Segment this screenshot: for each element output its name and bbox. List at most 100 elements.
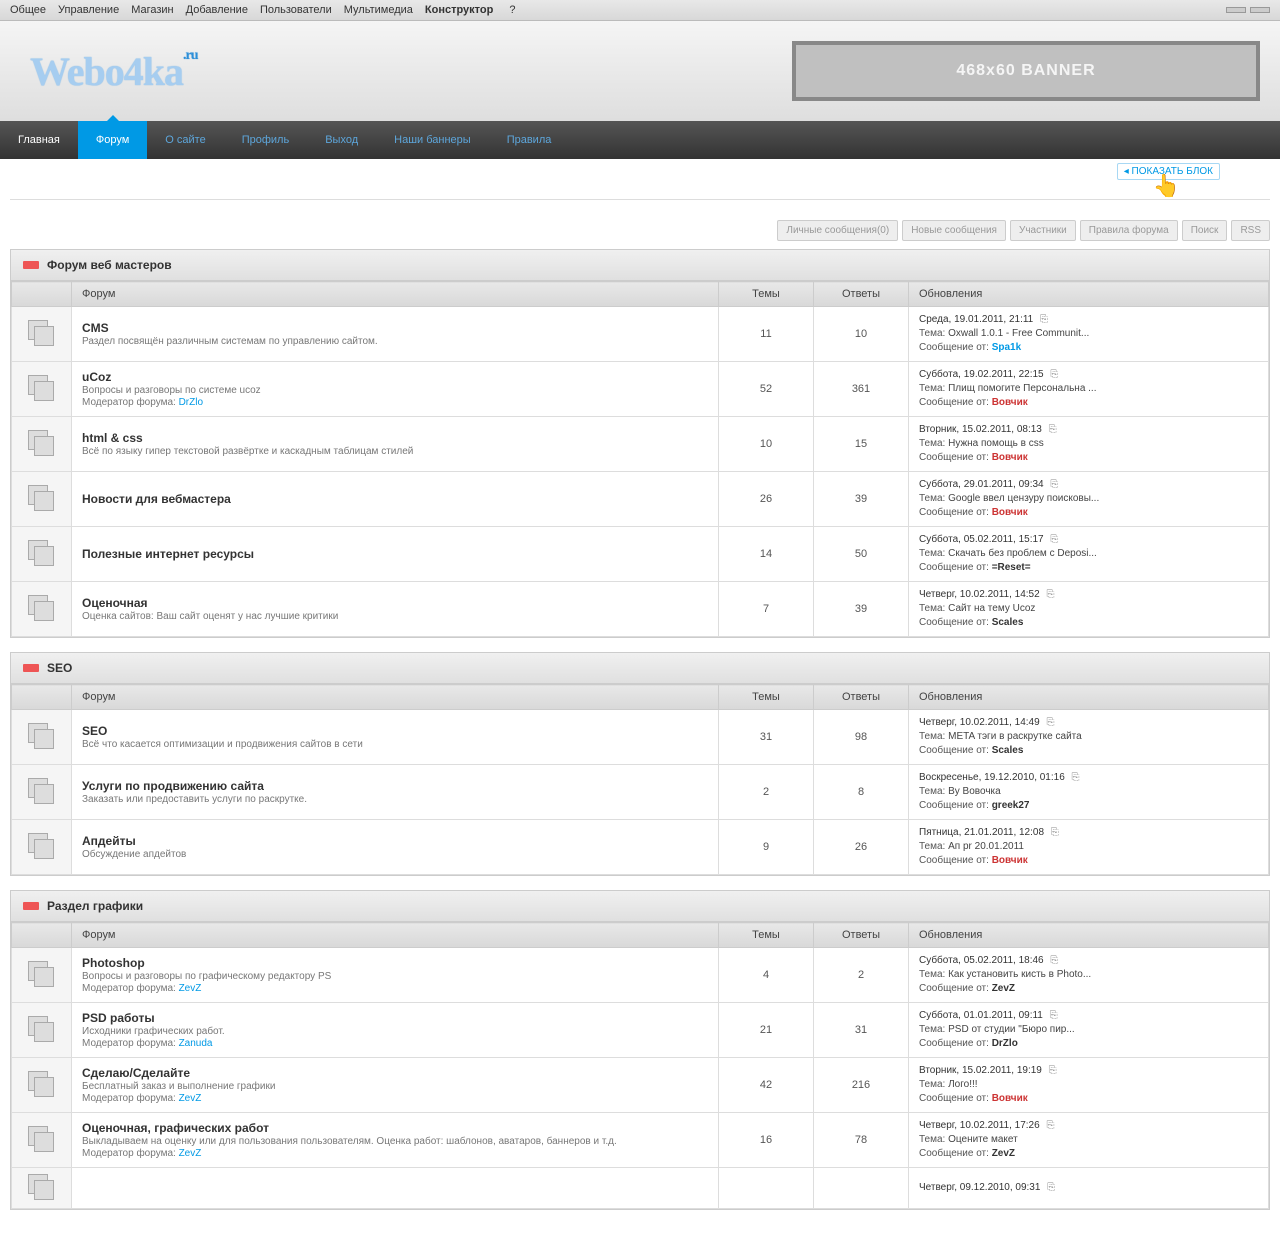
topic-count: 11 [719, 307, 814, 362]
user-link[interactable]: Вовчик [992, 452, 1028, 463]
show-block-button[interactable]: ПОКАЗАТЬ БЛОК [1117, 163, 1220, 180]
user-link[interactable]: Spa1k [992, 342, 1021, 353]
toolbar-link[interactable]: Новые сообщения [902, 220, 1006, 241]
goto-icon[interactable]: ⎘ [1044, 589, 1055, 600]
category-header[interactable]: Форум веб мастеров [11, 250, 1269, 281]
forum-link[interactable]: html & css [82, 431, 708, 445]
toolbar-link[interactable]: Участники [1010, 220, 1076, 241]
forum-link[interactable]: uCoz [82, 370, 708, 384]
toolbar-link[interactable]: Правила форума [1080, 220, 1178, 241]
collapse-icon[interactable] [23, 902, 39, 910]
nav-item[interactable]: Правила [489, 121, 570, 159]
goto-icon[interactable]: ⎘ [1044, 717, 1055, 728]
category: Форум веб мастеровФорумТемыОтветыОбновле… [10, 249, 1270, 638]
topic-link[interactable]: Плищ помогите Персональна ... [948, 383, 1096, 394]
user-link[interactable]: Zanuda [179, 1038, 213, 1049]
nav-item[interactable]: О сайте [147, 121, 223, 159]
admin-menu-item[interactable]: Общее [10, 4, 46, 16]
forum-link[interactable]: Апдейты [82, 834, 708, 848]
goto-icon[interactable]: ⎘ [1047, 1010, 1058, 1021]
forum-link[interactable]: CMS [82, 321, 708, 335]
help-icon[interactable]: ? [509, 4, 515, 16]
user-link[interactable]: Вовчик [992, 855, 1028, 866]
forum-link[interactable]: Сделаю/Сделайте [82, 1066, 708, 1080]
goto-icon[interactable]: ⎘ [1046, 424, 1057, 435]
admin-menu-item[interactable]: Управление [58, 4, 119, 16]
topic-link[interactable]: PSD от студии "Бюро пир... [948, 1024, 1075, 1035]
user-link[interactable]: =Reset= [992, 562, 1031, 573]
topic-link[interactable]: Google ввел цензуру поисковы... [948, 493, 1099, 504]
topic-link[interactable]: By Вовочка [948, 786, 1001, 797]
forum-link[interactable]: Услуги по продвижению сайта [82, 779, 708, 793]
topic-link[interactable]: Oxwall 1.0.1 - Free Communit... [948, 328, 1089, 339]
user-link[interactable]: ZevZ [179, 983, 202, 994]
topic-link[interactable]: Сайт на тему Ucoz [948, 603, 1035, 614]
site-logo[interactable]: Webo4ka.ru [30, 48, 198, 95]
forum-link[interactable]: Оценочная [82, 596, 708, 610]
topic-link[interactable]: META тэги в раскрутке сайта [948, 731, 1082, 742]
user-link[interactable]: Scales [992, 617, 1024, 628]
goto-icon[interactable]: ⎘ [1048, 955, 1059, 966]
goto-icon[interactable]: ⎘ [1037, 314, 1048, 325]
forum-link[interactable]: Новости для вебмастера [82, 492, 708, 506]
admin-menu-item[interactable]: Мультимедиа [344, 4, 413, 16]
user-link[interactable]: ZevZ [992, 1148, 1015, 1159]
category-title: Раздел графики [47, 899, 143, 913]
user-link[interactable]: DrZlo [992, 1038, 1018, 1049]
goto-icon[interactable]: ⎘ [1044, 1182, 1055, 1193]
nav-item[interactable]: Главная [0, 121, 78, 159]
user-link[interactable]: greek27 [992, 800, 1030, 811]
topic-link[interactable]: Скачать без проблем с Deposi... [948, 548, 1097, 559]
last-update: Вторник, 15.02.2011, 08:13 ⎘Тема: Нужна … [909, 417, 1269, 472]
topic-link[interactable]: Ап pr 20.01.2011 [948, 841, 1024, 852]
forum-link[interactable]: SEO [82, 724, 708, 738]
banner-placeholder[interactable]: 468x60 BANNER [792, 41, 1260, 101]
resize-handle[interactable] [1250, 7, 1270, 13]
user-link[interactable]: ZevZ [179, 1148, 202, 1159]
category-title: Форум веб мастеров [47, 258, 172, 272]
collapse-icon[interactable] [23, 261, 39, 269]
nav-item[interactable]: Профиль [224, 121, 308, 159]
goto-icon[interactable]: ⎘ [1048, 534, 1059, 545]
forum-link[interactable]: PSD работы [82, 1011, 708, 1025]
user-link[interactable]: Scales [992, 745, 1024, 756]
topic-link[interactable]: Как установить кисть в Photo... [948, 969, 1091, 980]
forum-row: Полезные интернет ресурсы1450Суббота, 05… [12, 527, 1269, 582]
topic-link[interactable]: Нужна помощь в css [948, 438, 1044, 449]
admin-menu-item[interactable]: Магазин [131, 4, 173, 16]
user-link[interactable]: Вовчик [992, 397, 1028, 408]
goto-icon[interactable]: ⎘ [1048, 479, 1059, 490]
forum-link[interactable]: Оценочная, графических работ [82, 1121, 708, 1135]
user-link[interactable]: ZevZ [992, 983, 1015, 994]
collapse-icon[interactable] [23, 664, 39, 672]
update-date: Среда, 19.01.2011, 21:11 [919, 314, 1033, 325]
category-header[interactable]: SEO [11, 653, 1269, 684]
user-link[interactable]: Вовчик [992, 1093, 1028, 1104]
forum-link[interactable]: Полезные интернет ресурсы [82, 547, 708, 561]
goto-icon[interactable]: ⎘ [1069, 772, 1080, 783]
admin-menu-item[interactable]: Пользователи [260, 4, 332, 16]
resize-handle[interactable] [1226, 7, 1246, 13]
admin-menu-item[interactable]: Добавление [186, 4, 248, 16]
topic-link[interactable]: Лого!!! [948, 1079, 977, 1090]
goto-icon[interactable]: ⎘ [1046, 1065, 1057, 1076]
forum-icon [28, 1016, 56, 1044]
toolbar-link[interactable]: Поиск [1182, 220, 1228, 241]
nav-item[interactable]: Наши баннеры [376, 121, 489, 159]
forum-link[interactable]: Photoshop [82, 956, 708, 970]
forum-info: SEOВсё что касается оптимизации и продви… [72, 710, 719, 765]
user-link[interactable]: DrZlo [179, 397, 203, 408]
admin-menu-item[interactable]: Конструктор [425, 4, 493, 16]
user-link[interactable]: ZevZ [179, 1093, 202, 1104]
topic-link[interactable]: Оцените макет [948, 1134, 1018, 1145]
toolbar-link[interactable]: Личные сообщения(0) [777, 220, 898, 241]
user-link[interactable]: Вовчик [992, 507, 1028, 518]
goto-icon[interactable]: ⎘ [1048, 369, 1059, 380]
forum-info: uCozВопросы и разговоры по системе ucozМ… [72, 362, 719, 417]
nav-item[interactable]: Форум [78, 121, 147, 159]
nav-item[interactable]: Выход [307, 121, 376, 159]
category-header[interactable]: Раздел графики [11, 891, 1269, 922]
toolbar-link[interactable]: RSS [1231, 220, 1270, 241]
goto-icon[interactable]: ⎘ [1044, 1120, 1055, 1131]
goto-icon[interactable]: ⎘ [1048, 827, 1059, 838]
